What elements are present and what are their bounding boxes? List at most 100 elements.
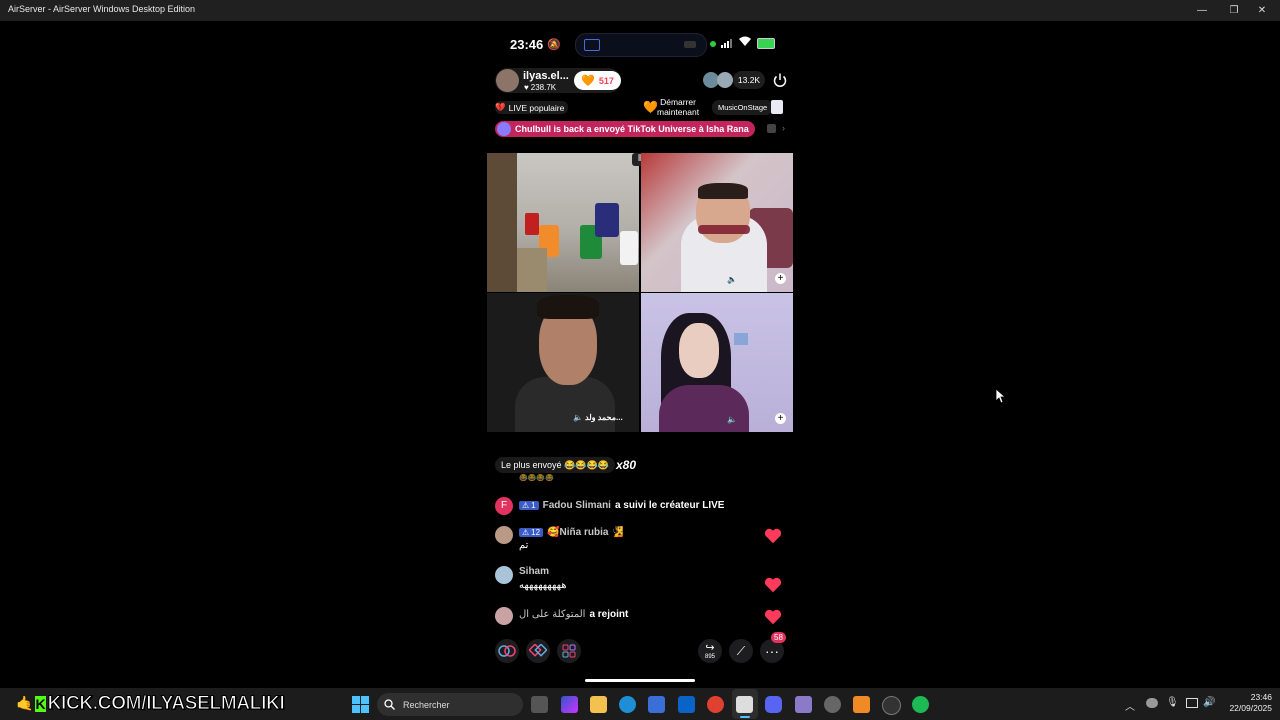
speaker-icon[interactable]: 🔈 xyxy=(727,415,737,424)
emoji-row: 😂😂😂😂 xyxy=(519,475,554,482)
taskbar-search[interactable]: Rechercher xyxy=(377,693,523,716)
chevron-right-icon: › xyxy=(782,123,785,133)
gift-box-icon[interactable] xyxy=(771,100,783,114)
music-on-stage-tag[interactable]: MusicOnStage xyxy=(712,100,774,115)
viewer-count[interactable]: 13.2K xyxy=(733,71,765,89)
guest-shirt xyxy=(515,377,615,432)
guest-video-bottom-right[interactable]: 🔈 + xyxy=(641,293,793,432)
heart-icon[interactable] xyxy=(764,608,782,626)
power-icon[interactable] xyxy=(772,72,788,88)
discord-icon[interactable] xyxy=(765,696,782,713)
gift-banner: Chulbull is back a envoyé TikTok Univers… xyxy=(495,121,755,137)
chevron-up-icon[interactable]: ︿ xyxy=(1125,698,1135,713)
chat-message-3[interactable]: Siham هههههههههه xyxy=(495,566,567,591)
wifi-icon xyxy=(738,35,752,50)
active-indicator xyxy=(740,716,750,718)
airserver-icon[interactable] xyxy=(736,696,753,713)
speaker-icon[interactable]: 🔈 xyxy=(727,275,737,284)
start-now-button[interactable]: Démarrer maintenant xyxy=(657,97,699,117)
level-badge: ⚠ 1 xyxy=(519,501,539,510)
dynamic-island xyxy=(575,33,707,57)
volume-icon[interactable]: 🔊 xyxy=(1203,697,1215,708)
guest-face xyxy=(679,323,719,378)
chat-message-1[interactable]: F ⚠ 1 Fadou Slimani a suivi le créateur L… xyxy=(495,497,724,515)
guest-hair xyxy=(698,183,748,199)
cloud-icon[interactable] xyxy=(1146,698,1158,708)
chat-user: Siham xyxy=(519,566,550,577)
heart-small-icon: ♥ xyxy=(524,83,529,92)
camera-icon xyxy=(684,41,696,48)
display-icon[interactable] xyxy=(1186,698,1198,708)
level-badge: ⚠ 12 xyxy=(519,528,544,537)
guest-video-bottom-left[interactable]: 🔈 محمد ولد... xyxy=(487,293,639,432)
store-icon[interactable] xyxy=(648,696,665,713)
chat-user: Fadou Slimani xyxy=(542,500,611,511)
mouse-cursor-icon xyxy=(996,389,1006,404)
start-now-icon: 🧡 xyxy=(643,100,658,114)
kick-overlay: 🤙 K KICK.COM/ILYASELMALIKI xyxy=(16,692,285,714)
game-controller-icon[interactable] xyxy=(795,696,812,713)
chat-avatar xyxy=(495,566,513,584)
match-button[interactable] xyxy=(526,639,550,663)
taskbar-clock[interactable]: 23:46 22/09/2025 xyxy=(1222,692,1272,714)
file-explorer-icon[interactable] xyxy=(590,696,607,713)
copilot-icon[interactable] xyxy=(561,696,578,713)
magic-wand-button[interactable]: ⟋ xyxy=(729,639,753,663)
app-dark-icon[interactable] xyxy=(882,696,901,715)
chat-avatar xyxy=(495,526,513,544)
chat-text: هههههههههه xyxy=(519,580,567,591)
app-a-icon[interactable] xyxy=(853,696,870,713)
add-guest-icon[interactable]: + xyxy=(775,273,786,284)
follow-gift-button[interactable]: 🧡 517 xyxy=(574,71,621,90)
chat-text: a rejoint xyxy=(589,609,629,620)
obs-icon[interactable] xyxy=(824,696,841,713)
wall-picture xyxy=(734,333,748,345)
search-icon xyxy=(384,699,395,710)
guest-video-top-left[interactable] xyxy=(487,153,639,292)
home-indicator[interactable] xyxy=(585,679,695,682)
host-avatar[interactable] xyxy=(496,69,519,92)
broken-heart-icon: 💔 xyxy=(495,102,506,112)
guest-video-top-right[interactable]: 🔈 + xyxy=(641,153,793,292)
chat-avatar: F xyxy=(495,497,513,515)
add-guest-icon[interactable]: + xyxy=(775,413,786,424)
jersey-navy xyxy=(595,203,619,237)
apps-button[interactable] xyxy=(557,639,581,663)
chat-message-4[interactable]: المتوكلة على ال a rejoint xyxy=(495,607,628,625)
window-title: AirServer - AirServer Windows Desktop Ed… xyxy=(8,4,196,14)
hand-icon: 🤙 xyxy=(16,695,34,711)
live-popular-tag[interactable]: 💔 LIVE populaire xyxy=(495,101,569,114)
share-button[interactable]: ↪ 895 xyxy=(698,639,722,663)
chat-text: a suivi le créateur LIVE xyxy=(614,500,725,511)
task-view-icon[interactable] xyxy=(531,696,548,713)
share-icon: ↪ xyxy=(705,641,715,654)
chat-message-2[interactable]: ⚠ 12 🥰Niña rubia 🧏 تم xyxy=(495,526,624,551)
host-likes: ♥ 238.7K xyxy=(524,83,557,92)
chat-user: المتوكلة على ال xyxy=(519,609,586,620)
minimize-button[interactable]: — xyxy=(1184,0,1220,21)
most-sent-count: x80 xyxy=(616,458,637,472)
link-guests-button[interactable] xyxy=(495,639,519,663)
edge-icon[interactable] xyxy=(619,696,636,713)
screen-mirroring-icon xyxy=(584,39,600,51)
lock-icon xyxy=(767,124,776,133)
silent-bell-icon: 🔕 xyxy=(547,39,561,51)
guest-name: محمد ولد... xyxy=(585,413,623,422)
microphone-icon[interactable]: 🎙 xyxy=(1166,697,1179,708)
signal-icon xyxy=(721,38,732,48)
guest-glasses xyxy=(698,225,750,234)
chrome-icon[interactable] xyxy=(707,696,724,713)
outlook-icon[interactable] xyxy=(678,696,695,713)
spotify-icon[interactable] xyxy=(912,696,929,713)
chat-text: تم xyxy=(519,540,529,551)
viewer-avatar-2[interactable] xyxy=(717,72,733,88)
windows-start-icon[interactable] xyxy=(352,696,369,718)
phone-clock: 23:46 xyxy=(510,37,544,52)
heart-icon[interactable] xyxy=(764,576,782,594)
mic-indicator-icon xyxy=(710,41,716,47)
close-button[interactable]: ✕ xyxy=(1244,0,1280,21)
speaker-icon[interactable]: 🔈 xyxy=(573,413,583,422)
heart-icon[interactable] xyxy=(764,527,782,545)
chat-user: 🥰Niña rubia 🧏 xyxy=(547,527,624,538)
jersey-red xyxy=(525,213,539,235)
